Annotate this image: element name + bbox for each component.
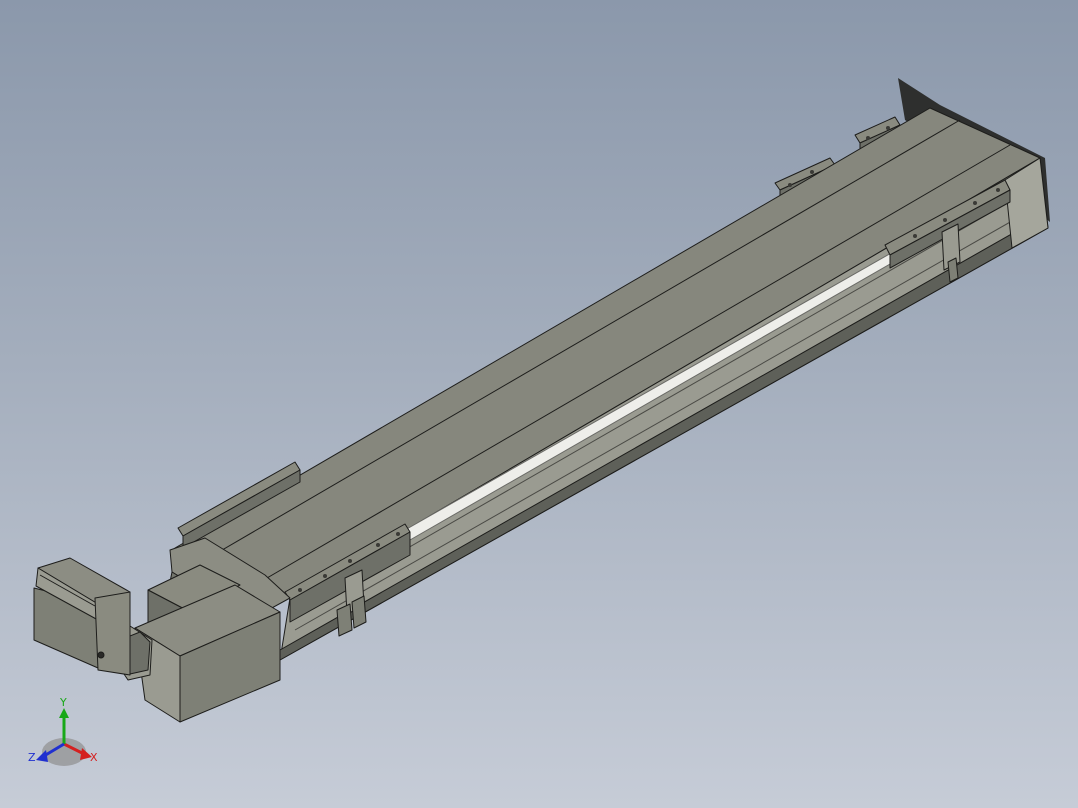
sensor-bracket-near-tab xyxy=(336,603,353,637)
3d-viewport[interactable]: X Y Z xyxy=(0,0,1078,808)
side-motor-hole xyxy=(97,651,105,659)
triad-x-label: X xyxy=(90,751,98,764)
view-orientation-triad[interactable]: X Y Z xyxy=(24,694,108,770)
triad-y-label: Y xyxy=(59,696,67,709)
sensor-bracket-far-tab xyxy=(947,257,959,283)
body-top-line-2 xyxy=(254,144,1011,586)
triad-z-label: Z xyxy=(28,751,36,764)
body-top-surface xyxy=(174,107,1041,599)
triad-y-arrow xyxy=(59,708,69,718)
sensor-bracket-near-tab-2 xyxy=(351,595,367,629)
triad-z-arrow xyxy=(36,750,48,762)
actuator-model[interactable] xyxy=(0,0,1078,808)
side-motor-flange xyxy=(94,591,131,676)
